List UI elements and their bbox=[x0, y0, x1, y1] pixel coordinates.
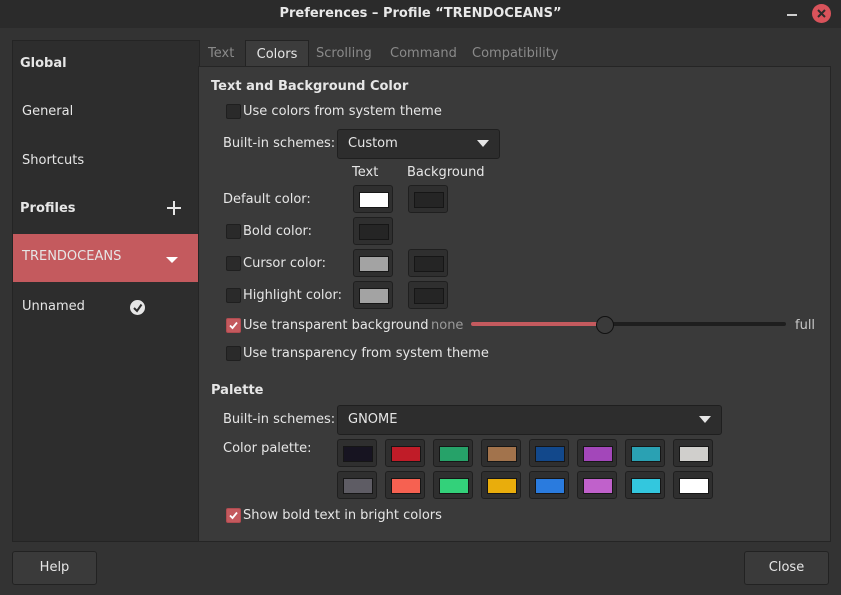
palette-swatch[interactable] bbox=[625, 471, 665, 499]
minimize-icon[interactable] bbox=[783, 5, 801, 23]
palette-schemes-dropdown[interactable]: GNOME bbox=[337, 405, 722, 435]
palette-swatch[interactable] bbox=[481, 439, 521, 467]
checkmark-icon bbox=[229, 511, 238, 520]
highlight-color-label: Highlight color: bbox=[243, 288, 342, 303]
default-background-color-button[interactable] bbox=[408, 185, 448, 213]
palette-swatch[interactable] bbox=[673, 471, 713, 499]
use-system-colors-checkbox[interactable] bbox=[226, 104, 241, 119]
tab-colors[interactable]: Colors bbox=[245, 40, 309, 67]
palette-swatch[interactable] bbox=[577, 439, 617, 467]
close-window-icon[interactable] bbox=[812, 4, 831, 23]
sidebar-profiles-header: Profiles bbox=[13, 186, 199, 234]
sidebar-item-profile-trendoceans[interactable]: TRENDOCEANS bbox=[13, 234, 199, 282]
transparent-bg-checkbox[interactable] bbox=[226, 318, 241, 333]
slider-max-label: full bbox=[795, 318, 816, 333]
bold-text-color-button[interactable] bbox=[353, 217, 393, 245]
palette-builtin-schemes-label: Built-in schemes: bbox=[223, 412, 336, 427]
palette-swatch[interactable] bbox=[385, 471, 425, 499]
highlight-background-color-button[interactable] bbox=[408, 281, 448, 309]
sidebar-item-label: General bbox=[22, 104, 74, 119]
bold-color-checkbox[interactable] bbox=[226, 224, 241, 239]
column-background-label: Background bbox=[407, 165, 485, 180]
chevron-down-icon bbox=[699, 416, 711, 423]
cursor-color-label: Cursor color: bbox=[243, 256, 327, 271]
sidebar: Global General Shortcuts Profiles TRENDO… bbox=[12, 40, 200, 542]
title-bar: Preferences – Profile “TRENDOCEANS” bbox=[0, 0, 841, 28]
transparency-slider-track[interactable] bbox=[606, 322, 786, 326]
palette-swatch[interactable] bbox=[337, 439, 377, 467]
palette-swatch[interactable] bbox=[529, 439, 569, 467]
checkmark-icon bbox=[229, 321, 238, 330]
sidebar-item-label: Shortcuts bbox=[22, 153, 85, 168]
bold-bright-label: Show bold text in bright colors bbox=[243, 508, 442, 523]
builtin-schemes-label: Built-in schemes: bbox=[223, 136, 336, 151]
palette-swatch[interactable] bbox=[385, 439, 425, 467]
palette-swatch[interactable] bbox=[577, 471, 617, 499]
help-button[interactable]: Help bbox=[12, 551, 97, 585]
cursor-color-checkbox[interactable] bbox=[226, 256, 241, 271]
close-button[interactable]: Close bbox=[744, 551, 829, 585]
slider-min-label: none bbox=[431, 318, 464, 333]
sidebar-item-profile-unnamed[interactable]: Unnamed bbox=[13, 284, 199, 332]
transparency-system-checkbox[interactable] bbox=[226, 346, 241, 361]
tab-command[interactable]: Command bbox=[390, 40, 457, 66]
highlight-text-color-button[interactable] bbox=[353, 281, 393, 309]
palette-swatch[interactable] bbox=[625, 439, 665, 467]
sidebar-global-label: Global bbox=[20, 56, 67, 71]
color-palette-label: Color palette: bbox=[223, 441, 312, 456]
window-title: Preferences – Profile “TRENDOCEANS” bbox=[279, 6, 562, 21]
bold-color-label: Bold color: bbox=[243, 224, 313, 239]
palette-swatch[interactable] bbox=[433, 471, 473, 499]
text-bg-heading: Text and Background Color bbox=[211, 79, 409, 94]
palette-heading: Palette bbox=[211, 383, 264, 398]
tab-scrolling[interactable]: Scrolling bbox=[316, 40, 372, 66]
palette-swatch[interactable] bbox=[673, 439, 713, 467]
use-system-colors-label: Use colors from system theme bbox=[243, 104, 442, 119]
palette-swatch[interactable] bbox=[529, 471, 569, 499]
sidebar-item-label: Unnamed bbox=[22, 299, 85, 314]
profile-menu-icon[interactable] bbox=[165, 253, 179, 268]
palette-swatch[interactable] bbox=[481, 471, 521, 499]
tab-text[interactable]: Text bbox=[208, 40, 234, 66]
sidebar-item-label: TRENDOCEANS bbox=[22, 249, 122, 264]
cursor-text-color-button[interactable] bbox=[353, 249, 393, 277]
sidebar-item-general[interactable]: General bbox=[13, 89, 199, 137]
sidebar-global-header: Global bbox=[13, 41, 199, 89]
builtin-schemes-dropdown[interactable]: Custom bbox=[337, 129, 500, 159]
default-profile-check-icon bbox=[130, 300, 145, 315]
palette-swatch[interactable] bbox=[337, 471, 377, 499]
default-color-label: Default color: bbox=[223, 192, 311, 207]
tab-compatibility[interactable]: Compatibility bbox=[472, 40, 559, 66]
sidebar-item-shortcuts[interactable]: Shortcuts bbox=[13, 138, 199, 186]
column-text-label: Text bbox=[352, 165, 379, 180]
transparency-slider-fill bbox=[471, 322, 606, 326]
builtin-schemes-value: Custom bbox=[348, 136, 398, 151]
chevron-down-icon bbox=[477, 140, 489, 147]
default-text-color-button[interactable] bbox=[353, 185, 393, 213]
transparency-slider-handle[interactable] bbox=[596, 316, 614, 334]
bold-bright-checkbox[interactable] bbox=[226, 508, 241, 523]
highlight-color-checkbox[interactable] bbox=[226, 288, 241, 303]
add-profile-icon[interactable] bbox=[165, 199, 183, 217]
sidebar-profiles-label: Profiles bbox=[20, 201, 76, 216]
transparent-bg-label: Use transparent background bbox=[243, 318, 429, 333]
transparency-system-label: Use transparency from system theme bbox=[243, 346, 489, 361]
cursor-background-color-button[interactable] bbox=[408, 249, 448, 277]
palette-swatch[interactable] bbox=[433, 439, 473, 467]
palette-schemes-value: GNOME bbox=[348, 412, 398, 427]
